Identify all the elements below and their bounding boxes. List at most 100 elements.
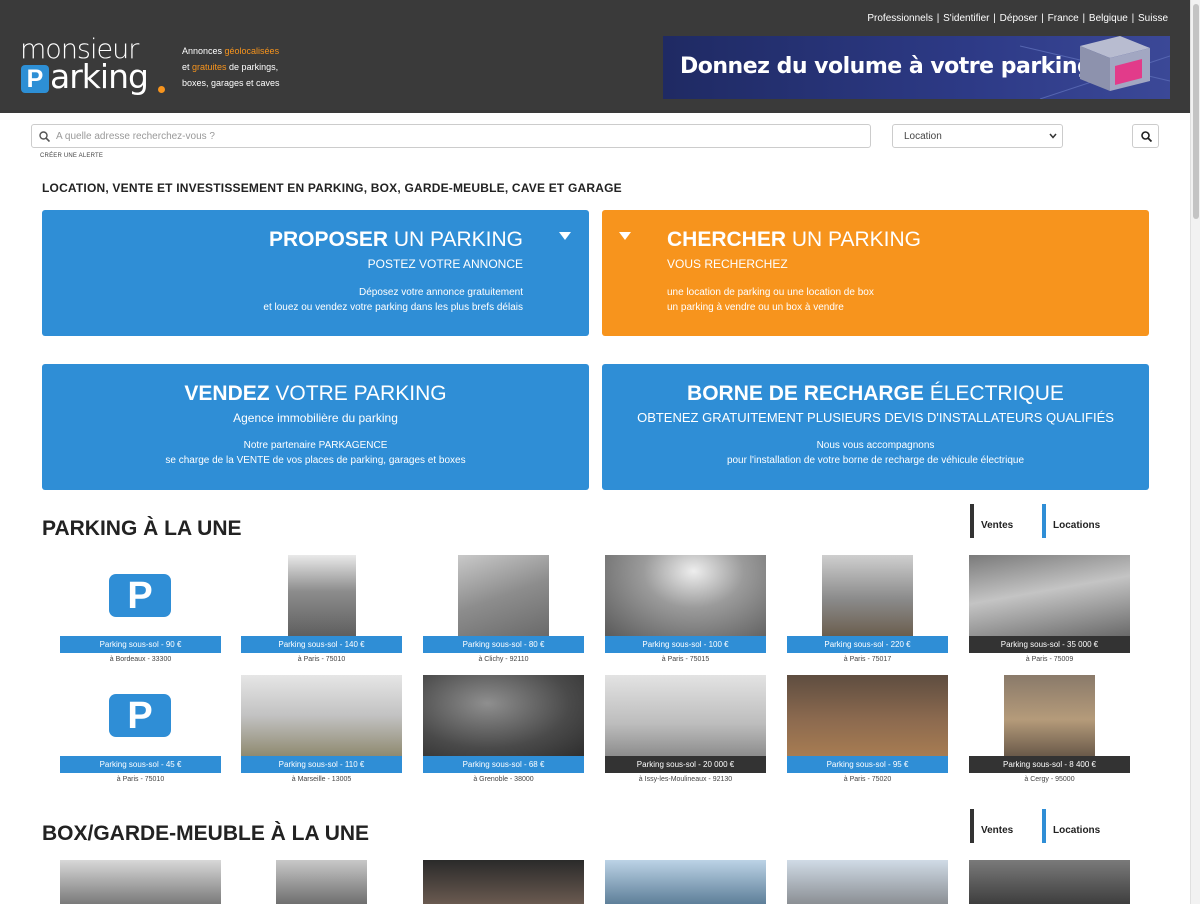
listing-price-label[interactable]: Parking sous-sol - 220 €	[787, 636, 948, 653]
tab-sales[interactable]: Ventes	[970, 504, 1013, 538]
listing-location: à Paris - 75017	[843, 656, 892, 663]
listing-location: à Issy-les-Moulineaux - 92130	[638, 776, 733, 783]
tagline-highlight: géolocalisées	[224, 46, 280, 56]
nav-post-ad[interactable]: Déposer	[1000, 13, 1038, 24]
listing-photo[interactable]	[1004, 675, 1095, 756]
listing-location: à Marseille - 13005	[291, 776, 352, 783]
search-icon	[1141, 131, 1152, 142]
listing-location: à Paris - 75015	[661, 656, 710, 663]
listing-price-label[interactable]: Parking sous-sol - 68 €	[423, 756, 584, 773]
listing-photo[interactable]	[423, 860, 584, 904]
site-logo[interactable]: monsieur P arking	[20, 36, 170, 100]
listing-photo[interactable]	[60, 860, 221, 904]
chevron-down-icon	[1049, 133, 1057, 139]
listing-photo[interactable]	[241, 675, 402, 756]
listing-price-label[interactable]: Parking sous-sol - 35 000 €	[969, 636, 1130, 653]
listing-photo[interactable]	[969, 555, 1130, 636]
listing-price-label[interactable]: Parking sous-sol - 100 €	[605, 636, 766, 653]
listing-photo[interactable]	[605, 860, 766, 904]
box-subheading: OBTENEZ GRATUITEMENT PLUSIEURS DEVIS D'I…	[637, 410, 1114, 425]
listing-photo[interactable]	[458, 555, 549, 636]
nav-france[interactable]: France	[1048, 13, 1079, 24]
transaction-type-select[interactable]: Location	[892, 124, 1063, 148]
box-text-line: et louez ou vendez votre parking dans le…	[263, 302, 523, 313]
section-title-parking: PARKING À LA UNE	[42, 517, 242, 541]
listing-photo[interactable]	[787, 860, 948, 904]
box-text-line: se charge de la VENTE de vos places de p…	[165, 455, 466, 466]
section-title-rest: À LA UNE	[264, 822, 370, 845]
propose-parking-box[interactable]: PROPOSER UN PARKING POSTEZ VOTRE ANNONCE…	[42, 210, 589, 336]
charging-station-box[interactable]: BORNE DE RECHARGE ÉLECTRIQUE OBTENEZ GRA…	[602, 364, 1149, 490]
listing-photo[interactable]	[605, 675, 766, 756]
box-subheading: Agence immobilière du parking	[233, 411, 398, 425]
promo-banner[interactable]: Donnez du volume à votre parking !	[663, 36, 1170, 99]
sell-parking-box[interactable]: VENDEZ VOTRE PARKING Agence immobilière …	[42, 364, 589, 490]
search-button[interactable]	[1132, 124, 1159, 148]
listing-location: à Paris - 75010	[116, 776, 165, 783]
listing-photo[interactable]	[605, 555, 766, 636]
nav-belgique[interactable]: Belgique	[1089, 13, 1128, 24]
heading-bold: PROPOSER	[269, 228, 389, 251]
heading-rest: UN PARKING	[388, 228, 523, 251]
box-heading: VENDEZ VOTRE PARKING	[42, 382, 589, 406]
listing-price-label[interactable]: Parking sous-sol - 8 400 €	[969, 756, 1130, 773]
listing-location: à Bordeaux - 33300	[109, 656, 172, 663]
listing-price-label[interactable]: Parking sous-sol - 95 €	[787, 756, 948, 773]
listing-location: à Cergy - 95000	[1024, 776, 1075, 783]
listing-photo[interactable]	[787, 675, 948, 756]
tab-rentals[interactable]: Locations	[1042, 809, 1100, 843]
tab-rentals[interactable]: Locations	[1042, 504, 1100, 538]
nav-suisse[interactable]: Suisse	[1138, 13, 1168, 24]
listing-photo[interactable]	[288, 555, 356, 636]
listing-price-label[interactable]: Parking sous-sol - 45 €	[60, 756, 221, 773]
section-title-bold: BOX/GARDE-MEUBLE	[42, 822, 265, 845]
section-title-rest: À LA UNE	[137, 517, 242, 540]
listing-photo[interactable]	[969, 860, 1130, 904]
logo-p-icon: P	[21, 65, 49, 93]
logo-text-parking: arking	[50, 57, 149, 96]
listing-location: à Clichy - 92110	[478, 656, 529, 663]
box-text: Notre partenaire PARKAGENCE se charge de …	[42, 438, 589, 468]
box-heading: BORNE DE RECHARGE ÉLECTRIQUE	[602, 382, 1149, 406]
scrollbar-thumb[interactable]	[1193, 4, 1199, 219]
listing-price-label[interactable]: Parking sous-sol - 140 €	[241, 636, 402, 653]
listing-photo[interactable]	[423, 675, 584, 756]
tagline-text: Annonces	[182, 46, 225, 56]
box-text: une location de parking ou une location …	[667, 285, 874, 315]
tab-sales[interactable]: Ventes	[970, 809, 1013, 843]
nav-login[interactable]: S'identifier	[943, 13, 989, 24]
listing-price-label[interactable]: Parking sous-sol - 110 €	[241, 756, 402, 773]
triangle-down-icon	[559, 232, 571, 240]
nav-professionnels[interactable]: Professionnels	[867, 13, 933, 24]
section-title-box: BOX/GARDE-MEUBLE À LA UNE	[42, 822, 369, 846]
site-header: Professionnels | S'identifier | Déposer …	[0, 0, 1190, 113]
parking-p-icon[interactable]: P	[109, 694, 171, 737]
nav-separator: |	[990, 13, 999, 24]
select-value: Location	[904, 131, 942, 142]
search-icon	[39, 131, 50, 142]
tagline-text: de parkings,	[226, 62, 279, 72]
listing-price-label[interactable]: Parking sous-sol - 20 000 €	[605, 756, 766, 773]
listing-photo[interactable]	[822, 555, 913, 636]
create-alert-link[interactable]: CRÉER UNE ALERTE	[40, 153, 103, 159]
address-search-input[interactable]	[56, 127, 856, 145]
box-text: Nous vous accompagnons pour l'installatio…	[602, 438, 1149, 468]
heading-rest: ÉLECTRIQUE	[923, 382, 1064, 405]
listing-price-label[interactable]: Parking sous-sol - 80 €	[423, 636, 584, 653]
box-heading: CHERCHER UN PARKING	[667, 228, 921, 252]
box-text-line: Nous vous accompagnons	[816, 440, 935, 451]
listing-price-label[interactable]: Parking sous-sol - 90 €	[60, 636, 221, 653]
box-text-line: une location de parking ou une location …	[667, 287, 874, 298]
page-scrollbar[interactable]	[1190, 0, 1200, 904]
search-parking-box[interactable]: CHERCHER UN PARKING VOUS RECHERCHEZ une …	[602, 210, 1149, 336]
parking-p-icon[interactable]: P	[109, 574, 171, 617]
box-text-line: Notre partenaire PARKAGENCE	[243, 440, 388, 451]
listing-photo[interactable]	[276, 860, 367, 904]
heading-bold: VENDEZ	[184, 382, 270, 405]
box-heading: PROPOSER UN PARKING	[269, 228, 523, 252]
listing-location: à Grenoble - 38000	[473, 776, 534, 783]
tagline-text: boxes, garages et caves	[182, 78, 280, 88]
heading-bold: BORNE DE RECHARGE	[687, 382, 924, 405]
nav-separator: |	[1079, 13, 1088, 24]
address-search-box	[31, 124, 871, 148]
